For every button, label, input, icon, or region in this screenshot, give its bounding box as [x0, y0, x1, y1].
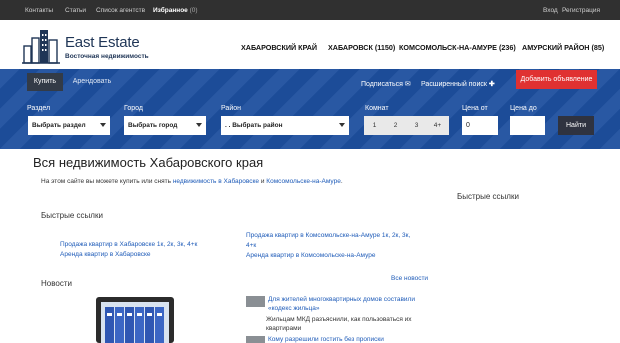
news-title: Новости [41, 279, 72, 288]
building-icon[interactable] [22, 28, 60, 64]
tab-rent[interactable]: Арендовать [70, 73, 114, 91]
subscribe-link[interactable]: Подписаться ✉ [361, 80, 411, 88]
site-header: East Estate Восточная недвижимость ХАБАР… [0, 20, 620, 69]
advanced-search-label: Расширенный поиск [421, 81, 487, 88]
register-link[interactable]: Регистрация [562, 7, 600, 14]
section-select-value: Выбрать раздел [32, 122, 86, 129]
rooms-4plus-button[interactable]: 4+ [427, 116, 448, 135]
news-1-title[interactable]: Для жителей многоквартирных домов состав… [268, 296, 415, 303]
news-thumbnail[interactable] [246, 296, 265, 307]
all-news-link[interactable]: Все новости [391, 275, 428, 282]
find-button[interactable]: Найти [558, 116, 594, 135]
intro-link-komsomolsk[interactable]: Комсомольске-на-Амуре [266, 178, 341, 185]
link-khv-rent[interactable]: Аренда квартир в Хабаровске [60, 251, 151, 258]
plus-icon: ✚ [488, 81, 495, 88]
intro-text: На этом сайте вы можете купить или снять… [41, 178, 343, 185]
agencies-link[interactable]: Список агентств [96, 7, 145, 14]
rooms-3-button[interactable]: 3 [406, 116, 427, 135]
section-label: Раздел [27, 105, 51, 112]
page-title: Вся недвижимость Хабаровского края [33, 155, 264, 170]
district-select-value: . . Выбрать район [225, 122, 283, 129]
link-kms-sale-cont[interactable]: 4+к [246, 242, 256, 249]
favorites-link[interactable]: Избранное (0) [153, 7, 198, 14]
intro-end: . [340, 178, 343, 185]
region-komsomolsk[interactable]: КОМСОМОЛЬСК-НА-АМУРЕ (236) [399, 43, 516, 52]
news-image[interactable] [94, 295, 176, 343]
news-1-title-cont[interactable]: «кодекс жильца» [268, 305, 320, 312]
chevron-down-icon [100, 123, 106, 127]
price-from-label: Цена от [462, 105, 488, 112]
chevron-down-icon [196, 123, 202, 127]
favorites-label: Избранное [153, 7, 188, 14]
quick-links-title: Быстрые ссылки [41, 211, 103, 220]
district-label: Район [221, 105, 241, 112]
intro-link-khabarovsk[interactable]: недвижимость в Хабаровске [173, 178, 259, 185]
intro-lead: На этом сайте вы можете купить или снять [41, 178, 171, 185]
chevron-down-icon [339, 123, 345, 127]
top-bar: Контакты Статьи Список агентств Избранно… [0, 0, 620, 20]
city-select[interactable]: Выбрать город [124, 116, 206, 135]
region-khabarovsk[interactable]: ХАБАРОВСК (1150) [328, 43, 395, 52]
link-khv-sale[interactable]: Продажа квартир в Хабаровске 1к, 2к, 3к,… [60, 241, 197, 248]
region-amursky[interactable]: АМУРСКИЙ РАЙОН (85) [522, 43, 604, 52]
contacts-link[interactable]: Контакты [25, 7, 53, 14]
add-listing-button[interactable]: Добавить объявление [516, 70, 597, 89]
link-kms-rent[interactable]: Аренда квартир в Комсомольске-на-Амуре [246, 252, 376, 259]
news-thumbnail[interactable] [246, 336, 265, 343]
region-khabarovsk-krai[interactable]: ХАБАРОВСКИЙ КРАЙ [241, 43, 317, 52]
district-select[interactable]: . . Выбрать район [221, 116, 349, 135]
news-1-text: Жильцам МКД разъяснили, как пользоваться… [266, 316, 412, 323]
city-label: Город [124, 105, 143, 112]
login-link[interactable]: Вход [543, 7, 558, 14]
price-to-label: Цена до [510, 105, 537, 112]
section-select[interactable]: Выбрать раздел [28, 116, 110, 135]
quick-links-side-title: Быстрые ссылки [457, 192, 519, 201]
intro-and: и [260, 178, 265, 185]
city-select-value: Выбрать город [128, 122, 178, 129]
price-from-input[interactable]: 0 [462, 116, 498, 135]
rooms-2-button[interactable]: 2 [385, 116, 406, 135]
news-1-text-cont: квартирами [266, 325, 302, 332]
rooms-label: Комнат [365, 105, 389, 112]
news-2-title[interactable]: Кому разрешили гостить без прописки [268, 336, 384, 343]
price-to-input[interactable] [510, 116, 545, 135]
favorites-count: (0) [189, 7, 198, 14]
tab-buy[interactable]: Купить [27, 73, 63, 91]
rooms-selector: 1 2 3 4+ [364, 116, 449, 135]
advanced-search-link[interactable]: Расширенный поиск ✚ [421, 80, 495, 88]
articles-link[interactable]: Статьи [65, 7, 86, 14]
rooms-1-button[interactable]: 1 [364, 116, 385, 135]
logo-title[interactable]: East Estate [65, 34, 140, 51]
link-kms-sale[interactable]: Продажа квартир в Комсомольске-на-Амуре … [246, 232, 410, 239]
subscribe-label: Подписаться [361, 81, 403, 88]
mail-icon: ✉ [404, 81, 411, 88]
logo-subtitle: Восточная недвижимость [65, 53, 149, 60]
